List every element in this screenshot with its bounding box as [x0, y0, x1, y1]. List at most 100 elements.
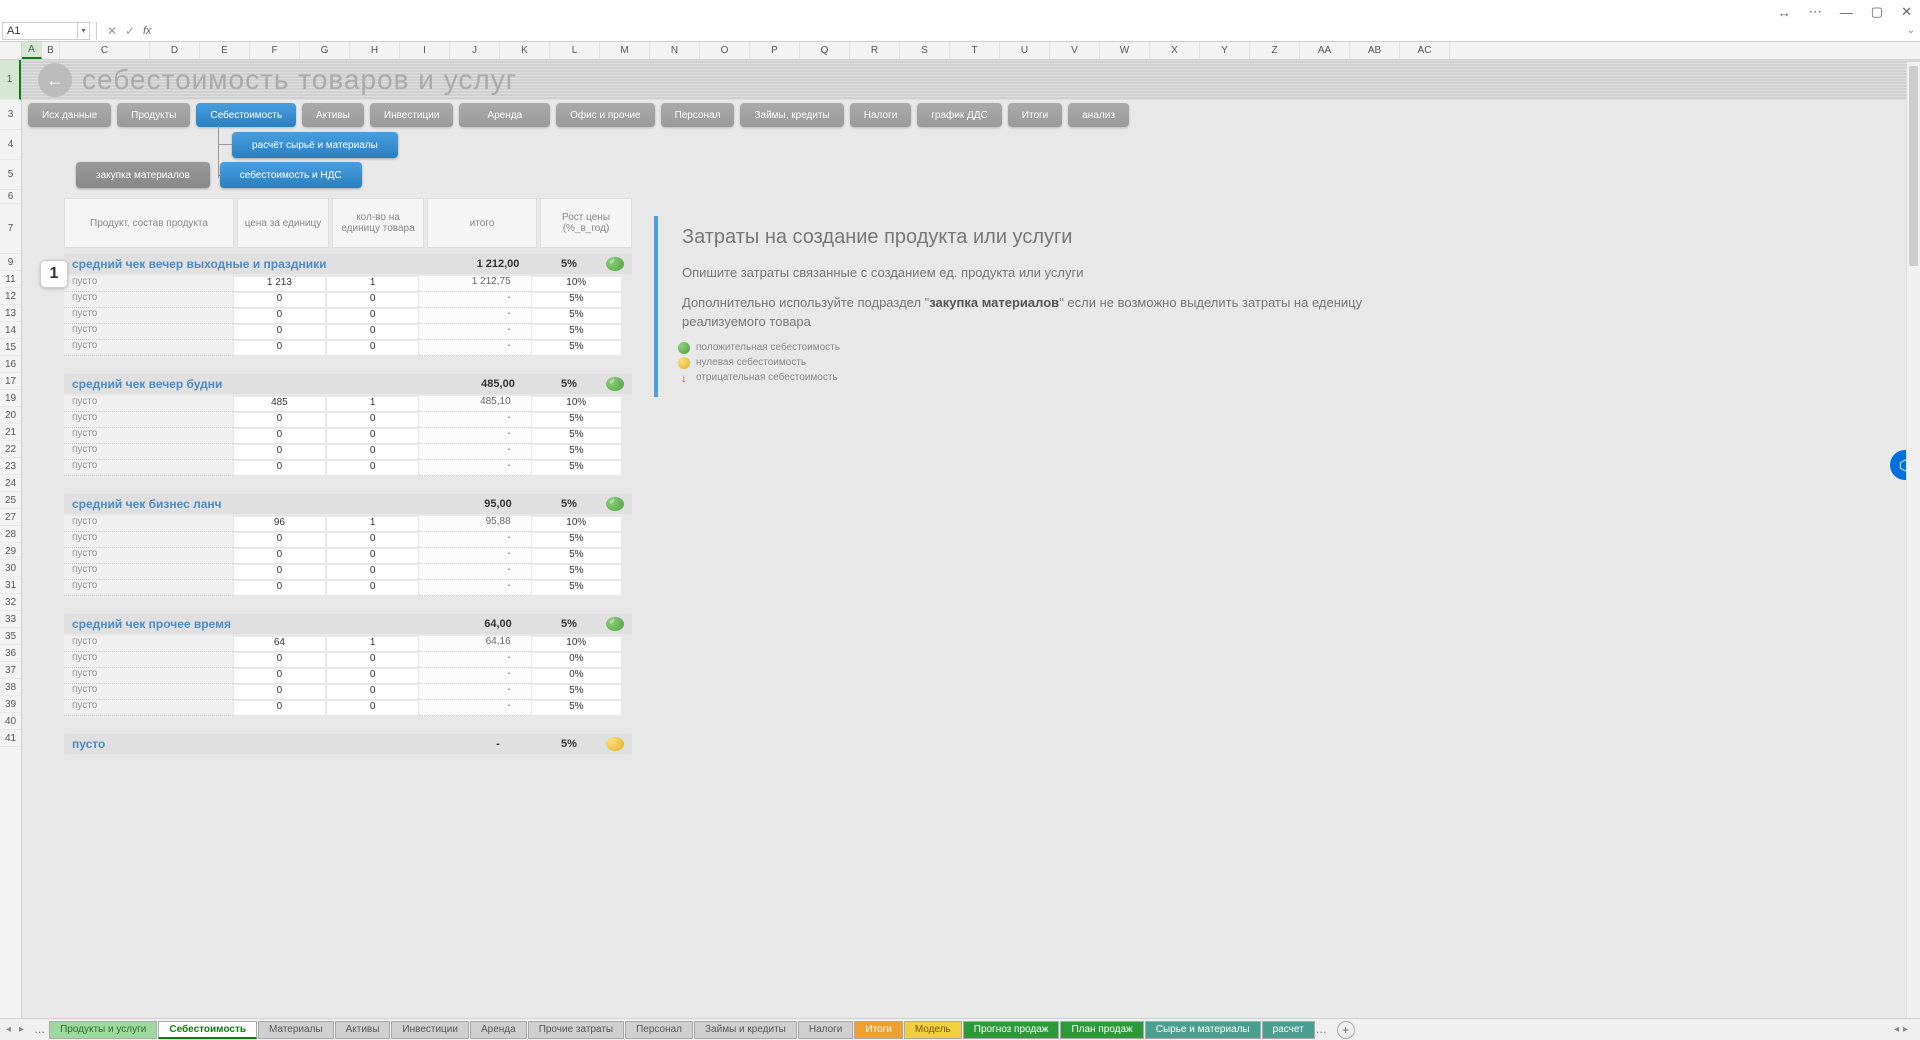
row-header[interactable]: 11 [0, 271, 21, 288]
column-header[interactable]: Z [1250, 42, 1300, 59]
column-header[interactable]: O [700, 42, 750, 59]
column-header[interactable]: P [750, 42, 800, 59]
row-label[interactable]: пусто [64, 396, 233, 412]
nav-tab[interactable]: Офис и прочие [556, 103, 654, 127]
growth-cell[interactable]: 10% [531, 516, 622, 532]
row-header[interactable]: 21 [0, 424, 21, 441]
row-header[interactable]: 9 [0, 254, 21, 271]
qty-cell[interactable]: 0 [326, 444, 419, 460]
price-cell[interactable]: 0 [233, 668, 326, 684]
growth-cell[interactable]: 5% [531, 460, 622, 476]
row-header[interactable]: 24 [0, 475, 21, 492]
row-header[interactable]: 41 [0, 730, 21, 747]
row-header[interactable]: 27 [0, 509, 21, 526]
sub-btn-purchase-materials[interactable]: закупка материалов [76, 162, 210, 188]
sheet-tab[interactable]: Займы и кредиты [694, 1021, 797, 1039]
qty-cell[interactable]: 1 [326, 276, 419, 292]
minimize-icon[interactable]: — [1836, 3, 1857, 22]
row-header[interactable]: 20 [0, 407, 21, 424]
sheet-overflow-icon[interactable]: … [1316, 1024, 1327, 1036]
qty-cell[interactable]: 0 [326, 700, 419, 716]
sheet-tab[interactable]: Продукты и услуги [49, 1021, 157, 1039]
qty-cell[interactable]: 0 [326, 532, 419, 548]
growth-cell[interactable]: 10% [531, 276, 622, 292]
row-header[interactable]: 12 [0, 288, 21, 305]
row-label[interactable]: пусто [64, 428, 233, 444]
column-header[interactable]: AB [1350, 42, 1400, 59]
column-header[interactable]: AC [1400, 42, 1450, 59]
column-header[interactable]: A [22, 42, 42, 59]
column-header[interactable]: X [1150, 42, 1200, 59]
price-cell[interactable]: 0 [233, 652, 326, 668]
price-cell[interactable]: 485 [233, 396, 326, 412]
price-cell[interactable]: 0 [233, 444, 326, 460]
nav-tab[interactable]: Итоги [1008, 103, 1062, 127]
close-icon[interactable]: ✕ [1897, 2, 1916, 22]
sheet-tab[interactable]: Итоги [854, 1021, 902, 1039]
sheet-tab[interactable]: Сырье и материалы [1145, 1021, 1261, 1039]
growth-cell[interactable]: 5% [531, 308, 622, 324]
sheet-tab[interactable]: Себестоимость [158, 1021, 257, 1039]
row-header[interactable]: 36 [0, 645, 21, 662]
row-label[interactable]: пусто [64, 652, 233, 668]
row-header[interactable]: 38 [0, 679, 21, 696]
qty-cell[interactable]: 0 [326, 684, 419, 700]
row-header[interactable]: 1 [0, 60, 21, 100]
price-cell[interactable]: 0 [233, 292, 326, 308]
sheet-tab[interactable]: План продаж [1060, 1021, 1143, 1039]
price-cell[interactable]: 0 [233, 684, 326, 700]
row-header[interactable]: 16 [0, 356, 21, 373]
column-header[interactable]: Y [1200, 42, 1250, 59]
qty-cell[interactable]: 0 [326, 668, 419, 684]
select-all-corner[interactable] [0, 42, 22, 59]
row-label[interactable]: пусто [64, 308, 233, 324]
nav-tab[interactable]: график ДДС [917, 103, 1002, 127]
price-cell[interactable]: 64 [233, 636, 326, 652]
growth-cell[interactable]: 5% [531, 292, 622, 308]
row-label[interactable]: пусто [64, 340, 233, 356]
row-header[interactable]: 23 [0, 458, 21, 475]
sheet-overflow-icon[interactable]: … [34, 1024, 45, 1036]
nav-tab[interactable]: Продукты [117, 103, 190, 127]
growth-cell[interactable]: 5% [531, 444, 622, 460]
qty-cell[interactable]: 0 [326, 428, 419, 444]
column-header[interactable]: I [400, 42, 450, 59]
column-header[interactable]: J [450, 42, 500, 59]
nav-tab[interactable]: Активы [302, 103, 364, 127]
column-header[interactable]: N [650, 42, 700, 59]
sheet-nav-first-icon[interactable]: ◂ [4, 1024, 13, 1035]
price-cell[interactable]: 0 [233, 460, 326, 476]
row-label[interactable]: пусто [64, 532, 233, 548]
sheet-tab[interactable]: расчет [1262, 1021, 1315, 1039]
add-sheet-button[interactable]: + [1337, 1021, 1355, 1039]
row-header[interactable]: 14 [0, 322, 21, 339]
row-label[interactable]: пусто [64, 668, 233, 684]
qty-cell[interactable]: 0 [326, 548, 419, 564]
row-label[interactable]: пусто [64, 516, 233, 532]
price-cell[interactable]: 0 [233, 324, 326, 340]
sub-btn-cost-vat[interactable]: себестоимость и НДС [220, 162, 362, 188]
row-header[interactable]: 25 [0, 492, 21, 509]
name-box-dropdown-icon[interactable]: ▾ [78, 22, 90, 40]
row-header[interactable]: 17 [0, 373, 21, 390]
sub-btn-raw-materials[interactable]: расчёт сырьё и материалы [232, 132, 398, 158]
qty-cell[interactable]: 1 [326, 636, 419, 652]
growth-cell[interactable]: 0% [531, 652, 622, 668]
sheet-tab[interactable]: Активы [335, 1021, 391, 1039]
price-cell[interactable]: 0 [233, 700, 326, 716]
row-label[interactable]: пусто [64, 700, 233, 716]
column-header[interactable]: AA [1300, 42, 1350, 59]
row-label[interactable]: пусто [64, 412, 233, 428]
row-header[interactable]: 13 [0, 305, 21, 322]
nav-tab[interactable]: Себестоимость [196, 103, 296, 127]
qty-cell[interactable]: 0 [326, 580, 419, 596]
hscroll-left-icon[interactable]: ◂ [1894, 1024, 1899, 1035]
hscroll-right-icon[interactable]: ▸ [1903, 1024, 1908, 1035]
row-label[interactable]: пусто [64, 580, 233, 596]
column-header[interactable]: E [200, 42, 250, 59]
row-header[interactable]: 4 [0, 130, 21, 160]
nav-tab[interactable]: Исх.данные [28, 103, 111, 127]
sheet-tab[interactable]: Прочие затраты [528, 1021, 624, 1039]
sheet-tab[interactable]: Материалы [258, 1021, 334, 1039]
column-header[interactable]: U [1000, 42, 1050, 59]
